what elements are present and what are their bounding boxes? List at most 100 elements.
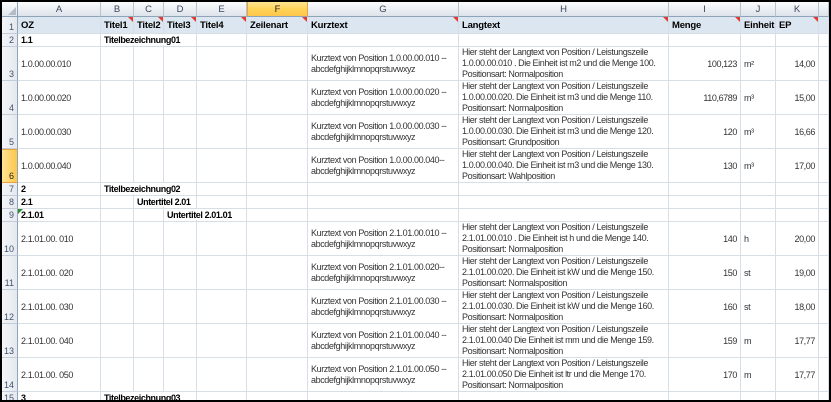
cell-a2-oz[interactable]: 1.1 (18, 34, 101, 47)
cell-b12[interactable] (101, 290, 134, 324)
cell-h8[interactable] (459, 196, 669, 209)
cell-l4[interactable] (819, 81, 829, 115)
cell-b10[interactable] (101, 222, 134, 256)
cell-b13[interactable] (101, 324, 134, 358)
column-header-d[interactable]: D (164, 2, 197, 17)
cell-l1[interactable] (819, 17, 829, 34)
cell-h10-langtext[interactable]: Hier steht der Langtext von Position / L… (459, 222, 669, 256)
cell-f4[interactable] (247, 81, 308, 115)
row-header-2[interactable]: 2 (2, 34, 18, 47)
cell-a4-oz[interactable]: 1.0.00.00.020 (18, 81, 101, 115)
cell-i3-menge[interactable]: 100,123 (669, 47, 741, 81)
cell-g6-kurztext[interactable]: Kurztext von Position 1.0.00.00.040--abc… (308, 149, 459, 183)
cell-e15[interactable] (197, 392, 247, 402)
cell-b1-titel1-header[interactable]: Titel1 (101, 17, 134, 34)
cell-h12-langtext[interactable]: Hier steht der Langtext von Position / L… (459, 290, 669, 324)
cell-i12-menge[interactable]: 160 (669, 290, 741, 324)
cell-l8[interactable] (819, 196, 829, 209)
cell-a5-oz[interactable]: 1.0.00.00.030 (18, 115, 101, 149)
cell-c12[interactable] (134, 290, 164, 324)
cell-e7[interactable] (197, 183, 247, 196)
cell-f9[interactable] (247, 209, 308, 222)
row-header-10[interactable]: 10 (2, 222, 18, 256)
cell-e5[interactable] (197, 115, 247, 149)
cell-f11[interactable] (247, 256, 308, 290)
cell-b8[interactable] (101, 196, 134, 209)
cell-i10-menge[interactable]: 140 (669, 222, 741, 256)
column-header-j[interactable]: J (741, 2, 776, 17)
cell-j9[interactable] (741, 209, 776, 222)
cell-i2[interactable] (669, 34, 741, 47)
cell-a15-oz[interactable]: 3 (18, 392, 101, 402)
cell-h3-langtext[interactable]: Hier steht der Langtext von Position / L… (459, 47, 669, 81)
cell-d12[interactable] (164, 290, 197, 324)
cell-g3-kurztext[interactable]: Kurztext von Position 1.0.00.00.010 --ab… (308, 47, 459, 81)
cell-h13-langtext[interactable]: Hier steht der Langtext von Position / L… (459, 324, 669, 358)
column-header-e[interactable]: E (197, 2, 247, 17)
cell-e4[interactable] (197, 81, 247, 115)
cell-c11[interactable] (134, 256, 164, 290)
cell-f6-selected[interactable] (247, 149, 308, 183)
cell-i13-menge[interactable]: 159 (669, 324, 741, 358)
column-header-g[interactable]: G (308, 2, 459, 17)
column-header-h[interactable]: H (459, 2, 669, 17)
row-header-13[interactable]: 13 (2, 324, 18, 358)
cell-j14-einheit[interactable]: m (741, 358, 776, 392)
cell-a1-oz-header[interactable]: OZ (18, 17, 101, 34)
cell-b7-title[interactable]: Titelbezeichnung02 (101, 183, 134, 196)
cell-h14-langtext[interactable]: Hier steht der Langtext von Position / L… (459, 358, 669, 392)
cell-l13[interactable] (819, 324, 829, 358)
cell-j1-einheit-header[interactable]: Einheit (741, 17, 776, 34)
cell-c14[interactable] (134, 358, 164, 392)
cell-i14-menge[interactable]: 170 (669, 358, 741, 392)
cell-b14[interactable] (101, 358, 134, 392)
cell-k4-ep[interactable]: 15,00 (776, 81, 819, 115)
cell-f5[interactable] (247, 115, 308, 149)
cell-f2[interactable] (247, 34, 308, 47)
row-header-8[interactable]: 8 (2, 196, 18, 209)
cell-k11-ep[interactable]: 19,00 (776, 256, 819, 290)
cell-b5[interactable] (101, 115, 134, 149)
cell-g12-kurztext[interactable]: Kurztext von Position 2.1.01.00.030 --ab… (308, 290, 459, 324)
cell-g7[interactable] (308, 183, 459, 196)
cell-e1-titel4-header[interactable]: Titel4 (197, 17, 247, 34)
cell-k1-ep-header[interactable]: EP (776, 17, 819, 34)
cell-g11-kurztext[interactable]: Kurztext von Position 2.1.01.00.020--abc… (308, 256, 459, 290)
cell-b2-title[interactable]: Titelbezeichnung01 (101, 34, 134, 47)
cell-b4[interactable] (101, 81, 134, 115)
cell-i1-menge-header[interactable]: Menge (669, 17, 741, 34)
cell-a12-oz[interactable]: 2.1.01.00. 030 (18, 290, 101, 324)
cell-c9[interactable] (134, 209, 164, 222)
cell-c10[interactable] (134, 222, 164, 256)
cell-a11-oz[interactable]: 2.1.01.00. 020 (18, 256, 101, 290)
cell-g15[interactable] (308, 392, 459, 402)
cell-j6-einheit[interactable]: m³ (741, 149, 776, 183)
cell-e11[interactable] (197, 256, 247, 290)
cell-i9[interactable] (669, 209, 741, 222)
cell-i15[interactable] (669, 392, 741, 402)
cell-e3[interactable] (197, 47, 247, 81)
column-header-partial[interactable] (819, 2, 829, 17)
cell-c1-titel2-header[interactable]: Titel2 (134, 17, 164, 34)
cell-l7[interactable] (819, 183, 829, 196)
cell-b9[interactable] (101, 209, 134, 222)
cell-b11[interactable] (101, 256, 134, 290)
cell-e6[interactable] (197, 149, 247, 183)
cell-g2[interactable] (308, 34, 459, 47)
cell-g1-kurztext-header[interactable]: Kurztext (308, 17, 459, 34)
cell-a13-oz[interactable]: 2.1.01.00. 040 (18, 324, 101, 358)
cell-l3[interactable] (819, 47, 829, 81)
cell-d13[interactable] (164, 324, 197, 358)
cell-g13-kurztext[interactable]: Kurztext von Position 2.1.01.00.040 --ab… (308, 324, 459, 358)
cell-c3[interactable] (134, 47, 164, 81)
cell-k6-ep[interactable]: 17,00 (776, 149, 819, 183)
cell-l2[interactable] (819, 34, 829, 47)
cell-g5-kurztext[interactable]: Kurztext von Position 1.0.00.00.030 --ab… (308, 115, 459, 149)
cell-b6[interactable] (101, 149, 134, 183)
cell-k12-ep[interactable]: 18,00 (776, 290, 819, 324)
cell-f14[interactable] (247, 358, 308, 392)
cell-e13[interactable] (197, 324, 247, 358)
cell-l14[interactable] (819, 358, 829, 392)
cell-i5-menge[interactable]: 120 (669, 115, 741, 149)
cell-g14-kurztext[interactable]: Kurztext von Position 2.1.01.00.050 --ab… (308, 358, 459, 392)
